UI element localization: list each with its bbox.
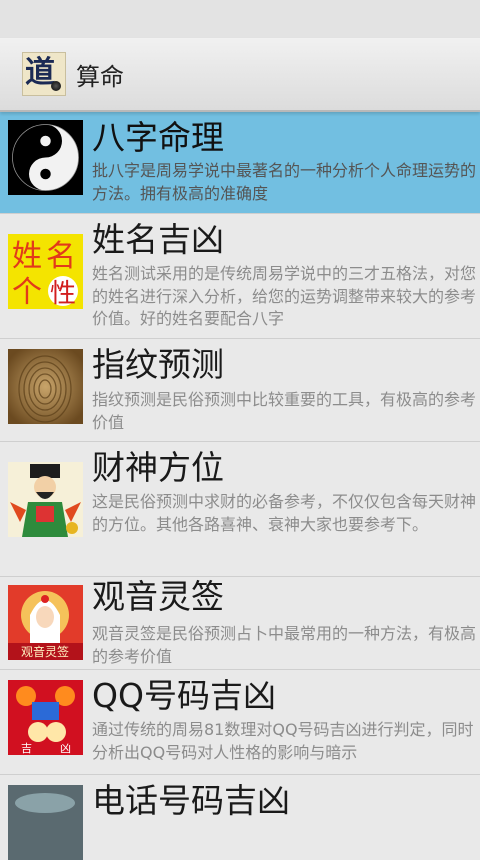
item-title: 姓名吉凶 — [92, 220, 224, 259]
list-item-name[interactable]: 姓 名 个 性 姓名吉凶 姓名测试采用的是传统周易学说中的三才五格法，对您的姓名… — [0, 214, 480, 339]
svg-text:姓: 姓 — [12, 239, 42, 274]
list-item-fingerprint[interactable]: 指纹预测 指纹预测是民俗预测中比较重要的工具，有极高的参考价值 — [0, 339, 480, 442]
svg-text:观音灵签: 观音灵签 — [21, 644, 69, 659]
svg-text:性: 性 — [50, 279, 76, 309]
phone-number-icon — [8, 785, 83, 860]
list-item-qq[interactable]: 吉 凶 QQ号码吉凶 通过传统的周易81数理对QQ号码吉凶进行判定，同时分析出Q… — [0, 670, 480, 775]
item-description: 通过传统的周易81数理对QQ号码吉凶进行判定，同时分析出QQ号码对人性格的影响与… — [92, 720, 474, 762]
svg-text:名: 名 — [46, 239, 76, 274]
item-description: 观音灵签是民俗预测占卜中最常用的一种方法，有极高的参考价值 — [92, 624, 477, 666]
list-item-phone[interactable]: 电话号码吉凶 — [0, 775, 480, 860]
item-title: 财神方位 — [92, 448, 224, 487]
item-title: 八字命理 — [92, 118, 224, 157]
app-title: 算命 — [76, 62, 124, 91]
item-description: 姓名测试采用的是传统周易学说中的三才五格法，对您的姓名进行深入分析，给您的运势调… — [92, 264, 477, 328]
yin-yang-icon — [8, 120, 83, 195]
item-title: 电话号码吉凶 — [92, 781, 290, 820]
action-bar: 道 算命 — [0, 38, 480, 112]
item-description: 指纹预测是民俗预测中比较重要的工具，有极高的参考价值 — [92, 390, 477, 432]
list-item-wealth-god[interactable]: 财神方位 这是民俗预测中求财的必备参考，不仅仅包含每天财神的方位。其他各路喜神、… — [0, 442, 480, 577]
guanyin-icon: 观音灵签 — [8, 585, 83, 660]
list-item-guanyin[interactable]: 观音灵签 观音灵签 观音灵签是民俗预测占卜中最常用的一种方法，有极高的参考价值 — [0, 577, 480, 670]
name-test-icon: 姓 名 个 性 — [8, 234, 83, 309]
fingerprint-icon — [8, 349, 83, 424]
list-item-bazi[interactable]: 八字命理 批八字是周易学说中最著名的一种分析个人命理运势的方法。拥有极高的准确度 — [0, 112, 480, 214]
item-title: 指纹预测 — [92, 345, 224, 384]
item-title: QQ号码吉凶 — [92, 676, 276, 715]
fortune-list: 八字命理 批八字是周易学说中最著名的一种分析个人命理运势的方法。拥有极高的准确度… — [0, 112, 480, 860]
status-bar — [0, 0, 480, 38]
svg-text:凶: 凶 — [60, 742, 71, 755]
dao-logo-icon[interactable]: 道 — [22, 52, 66, 96]
svg-text:吉: 吉 — [21, 742, 32, 755]
god-of-wealth-icon — [8, 462, 83, 537]
qq-number-icon: 吉 凶 — [8, 680, 83, 755]
item-title: 观音灵签 — [92, 577, 224, 616]
item-description: 这是民俗预测中求财的必备参考，不仅仅包含每天财神的方位。其他各路喜神、衰神大家也… — [92, 492, 477, 534]
item-description: 批八字是周易学说中最著名的一种分析个人命理运势的方法。拥有极高的准确度 — [92, 161, 477, 203]
svg-text:个: 个 — [12, 275, 42, 309]
